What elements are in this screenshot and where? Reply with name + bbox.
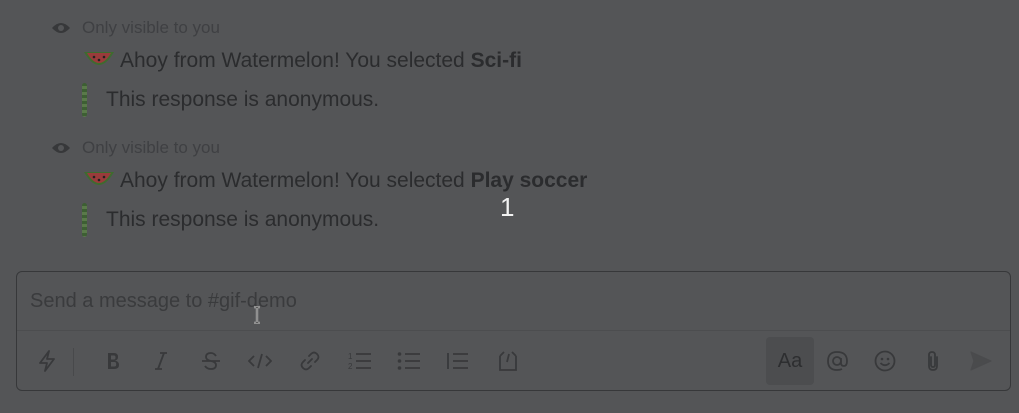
attachment: This response is anonymous. [82, 203, 379, 237]
composer-divider [17, 330, 1010, 331]
visibility-note: Only visible to you [50, 137, 220, 159]
svg-text:2: 2 [348, 362, 353, 371]
code-icon[interactable] [240, 337, 280, 385]
italic-icon[interactable] [141, 337, 181, 385]
visibility-text: Only visible to you [82, 18, 220, 37]
eye-icon [50, 137, 72, 159]
message-text: Ahoy from Watermelon! You selected Play … [120, 169, 588, 192]
attachment-text: This response is anonymous. [106, 208, 380, 231]
visibility-text: Only visible to you [82, 138, 220, 157]
attachment-bar [82, 203, 87, 237]
ordered-list-icon[interactable]: 12 [340, 337, 380, 385]
formatting-toolbar: 12 Aa [17, 332, 1010, 390]
send-icon[interactable] [961, 337, 1001, 385]
svg-text:1: 1 [348, 352, 353, 361]
attachment: This response is anonymous. [82, 83, 379, 117]
code-block-icon[interactable] [488, 337, 528, 385]
attachment-text: This response is anonymous. [106, 88, 380, 111]
blockquote-icon[interactable] [438, 337, 478, 385]
bold-icon[interactable] [93, 337, 133, 385]
watermelon-emoji-icon [82, 47, 116, 75]
format-toggle-button[interactable]: Aa [766, 337, 814, 385]
link-icon[interactable] [290, 337, 330, 385]
bulleted-list-icon[interactable] [389, 337, 429, 385]
text-cursor-icon [251, 305, 263, 325]
message-line: Ahoy from Watermelon! You selected Sci-f… [82, 46, 522, 76]
message-input[interactable] [17, 272, 1010, 330]
emoji-picker-icon[interactable] [865, 337, 905, 385]
message-composer: 12 Aa [16, 271, 1011, 391]
selected-option: Play soccer [470, 169, 588, 192]
visibility-note: Only visible to you [50, 17, 220, 39]
strikethrough-icon[interactable] [191, 337, 231, 385]
attachment-bar [82, 83, 87, 117]
shortcuts-icon[interactable] [27, 337, 67, 385]
selected-option: Sci-fi [470, 49, 522, 72]
eye-icon [50, 17, 72, 39]
overlay-counter: 1 [500, 192, 515, 222]
toolbar-separator [73, 348, 74, 376]
message-text: Ahoy from Watermelon! You selected Sci-f… [120, 49, 522, 72]
watermelon-emoji-icon [82, 167, 116, 195]
attachment-icon[interactable] [913, 337, 953, 385]
mention-icon[interactable] [817, 337, 857, 385]
